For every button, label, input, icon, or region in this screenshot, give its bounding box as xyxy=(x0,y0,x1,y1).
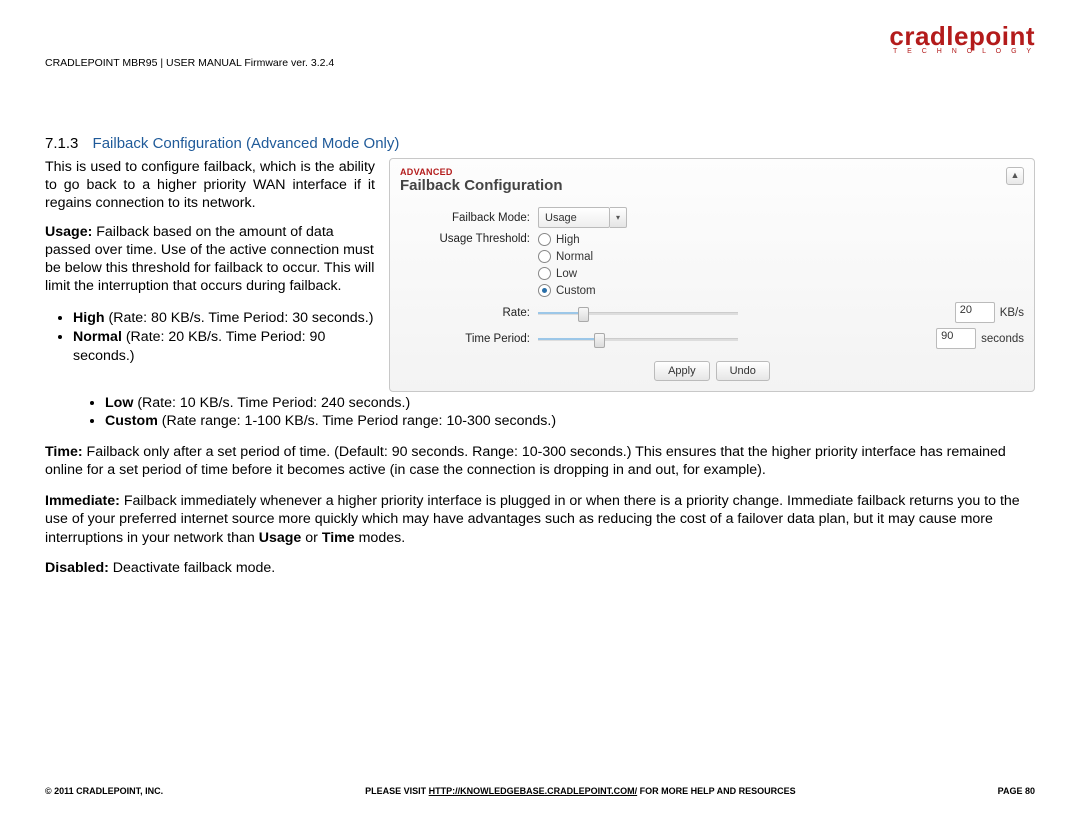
footer-help: PLEASE VISIT HTTP://KNOWLEDGEBASE.CRADLE… xyxy=(365,786,796,796)
list-item: Low (Rate: 10 KB/s. Time Period: 240 sec… xyxy=(105,394,1035,412)
logo: cradlepoint T E C H N O L O G Y xyxy=(889,21,1035,55)
section-heading: 7.1.3 Failback Configuration (Advanced M… xyxy=(45,135,1035,152)
time-paragraph: Time: Failback only after a set period o… xyxy=(45,443,1035,480)
chevron-down-icon[interactable]: ▾ xyxy=(610,207,627,228)
usage-paragraph: Usage: Failback based on the amount of d… xyxy=(45,223,375,296)
disabled-paragraph: Disabled: Deactivate failback mode. xyxy=(45,559,1035,577)
usage-threshold-label: Usage Threshold: xyxy=(400,233,538,245)
rate-slider[interactable] xyxy=(538,310,738,316)
panel-title: Failback Configuration xyxy=(400,177,563,194)
footer-page: PAGE 80 xyxy=(998,786,1035,796)
immediate-paragraph: Immediate: Failback immediately whenever… xyxy=(45,492,1035,547)
logo-tagline: T E C H N O L O G Y xyxy=(889,48,1035,55)
radio-custom[interactable] xyxy=(538,284,551,297)
failback-mode-label: Failback Mode: xyxy=(400,212,538,224)
undo-button[interactable]: Undo xyxy=(716,361,770,381)
failback-mode-select[interactable]: Usage xyxy=(538,207,610,228)
section-title: Failback Configuration (Advanced Mode On… xyxy=(93,135,400,152)
radio-normal[interactable] xyxy=(538,250,551,263)
list-item: Normal (Rate: 20 KB/s. Time Period: 90 s… xyxy=(73,328,375,364)
advanced-badge: ADVANCED xyxy=(400,167,563,177)
rate-unit: KB/s xyxy=(1000,307,1024,319)
period-label: Time Period: xyxy=(400,333,538,345)
period-value[interactable]: 90 xyxy=(936,328,976,349)
radio-low[interactable] xyxy=(538,267,551,280)
rate-label: Rate: xyxy=(400,307,538,319)
footer-link[interactable]: HTTP://KNOWLEDGEBASE.CRADLEPOINT.COM/ xyxy=(429,786,638,796)
list-item: Custom (Rate range: 1-100 KB/s. Time Per… xyxy=(105,412,1035,430)
collapse-button[interactable]: ▲ xyxy=(1006,167,1024,185)
footer-copyright: © 2011 CRADLEPOINT, INC. xyxy=(45,786,163,796)
list-item: High (Rate: 80 KB/s. Time Period: 30 sec… xyxy=(73,309,375,327)
page-footer: © 2011 CRADLEPOINT, INC. PLEASE VISIT HT… xyxy=(45,786,1035,796)
section-number: 7.1.3 xyxy=(45,135,78,152)
period-unit: seconds xyxy=(981,333,1024,345)
radio-high[interactable] xyxy=(538,233,551,246)
failback-config-panel: ADVANCED Failback Configuration ▲ Failba… xyxy=(389,158,1035,392)
document-id: CRADLEPOINT MBR95 | USER MANUAL Firmware… xyxy=(45,57,334,69)
intro-text: This is used to configure failback, whic… xyxy=(45,158,375,213)
rate-value[interactable]: 20 xyxy=(955,302,995,323)
period-slider[interactable] xyxy=(538,336,738,342)
apply-button[interactable]: Apply xyxy=(654,361,710,381)
